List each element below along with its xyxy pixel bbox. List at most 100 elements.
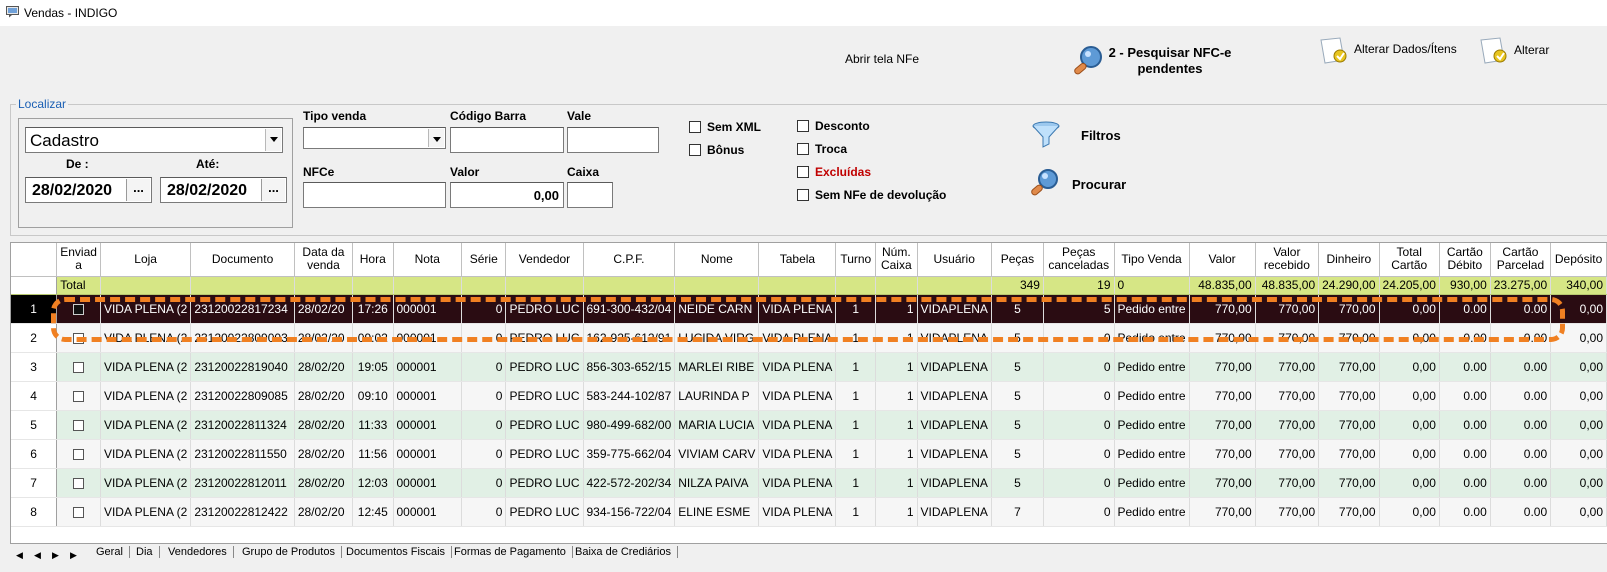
- row-number: 8: [11, 497, 58, 527]
- cell-doc: 23120022811550: [190, 439, 295, 469]
- prev-tab-icon[interactable]: ◀: [34, 550, 41, 561]
- cell-pecas: 5: [991, 294, 1044, 324]
- pesquisar-nfce-button[interactable]: 2 - Pesquisar NFC-e pendentes: [1100, 45, 1240, 77]
- de-date-picker-button[interactable]: ...: [126, 179, 150, 201]
- tab-formas-de-pagamento[interactable]: Formas de Pagamento: [448, 546, 573, 558]
- funnel-icon[interactable]: [1030, 119, 1062, 151]
- cell-usuario: VIDAPLENA: [917, 410, 992, 440]
- grid-header-row: Enviad a Loja Documento Data da venda Ho…: [11, 243, 1607, 277]
- tab-geral[interactable]: Geral: [90, 546, 130, 558]
- ate-date-picker-button[interactable]: ...: [261, 179, 285, 201]
- table-row[interactable]: 7 VIDA PLENA (2 23120022812011 28/02/20 12:0…: [11, 468, 1607, 498]
- enviada-checkbox[interactable]: [73, 332, 85, 344]
- cell-usuario: VIDAPLENA: [917, 352, 992, 382]
- table-row[interactable]: 8 VIDA PLENA (2 23120022812422 28/02/20 12:4…: [11, 497, 1607, 527]
- vale-input[interactable]: [567, 127, 659, 153]
- enviada-checkbox[interactable]: [73, 506, 85, 518]
- enviada-checkbox[interactable]: [73, 419, 85, 431]
- tab-vendedores[interactable]: Vendedores: [162, 546, 234, 558]
- cadastro-select[interactable]: Cadastro: [25, 127, 283, 153]
- tipo-venda-select[interactable]: [303, 127, 446, 149]
- col-header-cartao-debito[interactable]: Cartão Débito: [1439, 243, 1491, 277]
- cell-serie: 0: [461, 352, 507, 382]
- table-row[interactable]: 3 VIDA PLENA (2 23120022819040 28/02/20 19:0…: [11, 352, 1607, 382]
- sem-nfe-devolucao-checkbox[interactable]: [797, 189, 809, 201]
- excluidas-checkbox[interactable]: [797, 166, 809, 178]
- ate-date-input[interactable]: 28/02/2020 ...: [160, 177, 287, 203]
- chevron-down-icon[interactable]: [428, 129, 444, 147]
- de-date-input[interactable]: 28/02/2020 ...: [25, 177, 152, 203]
- cell-debito: 0.00: [1439, 439, 1491, 469]
- col-header-pecas[interactable]: Peças: [991, 243, 1044, 277]
- enviada-checkbox[interactable]: [73, 303, 85, 315]
- cell-tabela: VIDA PLENA: [758, 381, 837, 411]
- col-header-vendedor[interactable]: Vendedor: [505, 243, 584, 277]
- col-header-data[interactable]: Data da venda: [294, 243, 354, 277]
- table-row[interactable]: 5 VIDA PLENA (2 23120022811324 28/02/20 11:3…: [11, 410, 1607, 440]
- col-header-cartao-parcelado[interactable]: Cartão Parcelad: [1490, 243, 1552, 277]
- col-header-turno[interactable]: Turno: [835, 243, 877, 277]
- col-header-deposito[interactable]: Depósito: [1550, 243, 1607, 277]
- total-valor-recebido: 48.835,00: [1255, 276, 1320, 295]
- chevron-down-icon[interactable]: [265, 129, 281, 151]
- cell-cpf: 162-925-612/91: [583, 323, 676, 353]
- edit-document-icon[interactable]: [1318, 36, 1350, 66]
- cell-cartao: 0,00: [1379, 497, 1440, 527]
- col-header-serie[interactable]: Série: [461, 243, 507, 277]
- sem-xml-checkbox[interactable]: [689, 121, 701, 133]
- col-header-tipo-venda[interactable]: Tipo Venda: [1114, 243, 1190, 277]
- col-header-cpf[interactable]: C.P.F.: [583, 243, 676, 277]
- de-label: De :: [66, 157, 89, 171]
- cell-usuario: VIDAPLENA: [917, 323, 992, 353]
- enviada-checkbox[interactable]: [73, 448, 85, 460]
- first-tab-icon[interactable]: ◀: [16, 550, 23, 561]
- col-header-total-cartao[interactable]: Total Cartão: [1379, 243, 1440, 277]
- tab-baixa-de-crediarios[interactable]: Baixa de Crediários: [569, 546, 678, 558]
- tab-dia[interactable]: Dia: [130, 546, 160, 558]
- col-header-nota[interactable]: Nota: [393, 243, 463, 277]
- enviada-checkbox[interactable]: [73, 361, 85, 373]
- col-header-valor[interactable]: Valor: [1189, 243, 1256, 277]
- alterar-icon[interactable]: [1478, 36, 1510, 66]
- next-tab-icon[interactable]: ▶: [52, 550, 59, 561]
- col-header-documento[interactable]: Documento: [190, 243, 295, 277]
- codigo-barra-input[interactable]: [450, 127, 564, 153]
- enviada-checkbox[interactable]: [73, 477, 85, 489]
- table-row[interactable]: 1 VIDA PLENA (2 23120022817234 28/02/20 17:2…: [11, 294, 1607, 324]
- troca-checkbox[interactable]: [797, 143, 809, 155]
- table-row[interactable]: 2 VIDA PLENA (2 23120022809003 28/02/20 09:0…: [11, 323, 1607, 353]
- cell-turno: 1: [835, 294, 877, 324]
- col-header-enviada[interactable]: Enviad a: [56, 243, 101, 277]
- cell-canc: 0: [1043, 497, 1115, 527]
- table-row[interactable]: 4 VIDA PLENA (2 23120022809085 28/02/20 09:1…: [11, 381, 1607, 411]
- search-icon[interactable]: [1028, 168, 1062, 198]
- col-header-valor-recebido[interactable]: Valor recebido: [1255, 243, 1320, 277]
- col-header-num-caixa[interactable]: Núm. Caixa: [875, 243, 918, 277]
- alterar-button[interactable]: Alterar: [1514, 43, 1549, 57]
- tab-documentos-fiscais[interactable]: Documentos Fiscais: [340, 546, 453, 558]
- bonus-checkbox[interactable]: [689, 144, 701, 156]
- col-header-pecas-canceladas[interactable]: Peças canceladas: [1043, 243, 1115, 277]
- valor-input[interactable]: 0,00: [450, 182, 564, 208]
- caixa-input[interactable]: [567, 182, 613, 208]
- nfce-input[interactable]: [303, 182, 446, 208]
- total-cartao-parcelado: 23.275,00: [1490, 276, 1552, 295]
- desconto-checkbox[interactable]: [797, 120, 809, 132]
- cell-caixa: 1: [875, 381, 918, 411]
- col-header-dinheiro[interactable]: Dinheiro: [1318, 243, 1380, 277]
- col-header-nome[interactable]: Nome: [674, 243, 760, 277]
- procurar-button[interactable]: Procurar: [1072, 177, 1126, 192]
- col-header-loja[interactable]: Loja: [100, 243, 192, 277]
- filtros-button[interactable]: Filtros: [1081, 128, 1121, 143]
- last-tab-icon[interactable]: ▶: [70, 550, 77, 561]
- table-row[interactable]: 6 VIDA PLENA (2 23120022811550 28/02/20 11:5…: [11, 439, 1607, 469]
- enviada-checkbox[interactable]: [73, 390, 85, 402]
- sales-grid[interactable]: Enviad a Loja Documento Data da venda Ho…: [10, 242, 1607, 543]
- cell-deposito: 0,00: [1550, 497, 1607, 527]
- col-header-usuario[interactable]: Usuário: [917, 243, 992, 277]
- col-header-tabela[interactable]: Tabela: [758, 243, 837, 277]
- tab-grupo-de-produtos[interactable]: Grupo de Produtos: [236, 546, 342, 558]
- col-header-hora[interactable]: Hora: [352, 243, 394, 277]
- alterar-dados-button[interactable]: Alterar Dados/Ítens: [1354, 42, 1457, 56]
- open-nfe-button[interactable]: Abrir tela NFe: [845, 52, 919, 66]
